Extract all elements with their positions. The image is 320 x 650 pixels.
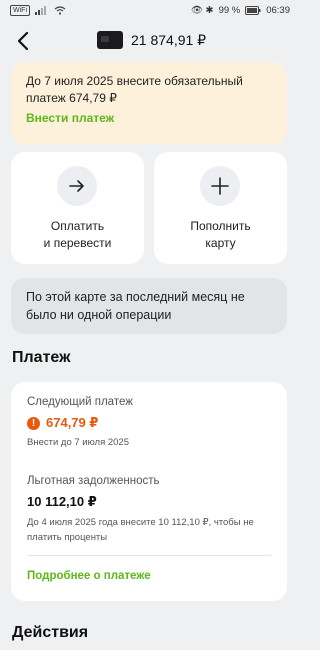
- grace-debt-amount: 10 112,10 ₽: [27, 494, 97, 509]
- payment-section-title: Платеж: [12, 349, 71, 366]
- warning-icon: !: [27, 416, 40, 430]
- payment-card: Следующий платеж ! 674,79 ₽ Внести до 7 …: [11, 382, 287, 601]
- grace-debt-note: До 4 июля 2025 года внесите 10 112,10 ₽,…: [27, 517, 254, 543]
- card-thumbnail[interactable]: [97, 31, 123, 49]
- top-up-card-label: Пополнить карту: [190, 219, 251, 250]
- clock: 06:39: [266, 5, 290, 16]
- pay-transfer-label: Оплатить и перевести: [43, 219, 112, 250]
- signal-icon: [35, 6, 46, 15]
- card-chip-icon: [101, 36, 109, 42]
- next-payment-label: Следующий платеж: [27, 396, 133, 408]
- next-payment-due: Внести до 7 июля 2025: [27, 437, 129, 448]
- wifi-badge: WiFi: [10, 5, 30, 16]
- divider: [27, 555, 271, 556]
- wifi-icon: [54, 6, 66, 15]
- no-operations-text: По этой карте за последний месяц не было…: [26, 290, 245, 322]
- actions-section-title: Действия: [12, 624, 89, 641]
- action-circle: [57, 166, 97, 206]
- back-arrow-icon[interactable]: [12, 29, 36, 53]
- plus-icon: [211, 177, 229, 195]
- payment-notice: До 7 июля 2025 внесите обязательный плат…: [11, 62, 287, 144]
- status-bar-left: WiFi: [10, 5, 66, 16]
- status-icons: 👁 ✱: [190, 5, 214, 16]
- status-bar-right: 👁 ✱ 99 % 06:39: [191, 5, 290, 16]
- no-operations-banner: По этой карте за последний месяц не было…: [11, 278, 287, 334]
- battery-percent: 99 %: [218, 5, 241, 16]
- grace-debt-label: Льготная задолженность: [27, 475, 160, 487]
- make-payment-link[interactable]: Внести платеж: [26, 111, 114, 125]
- action-circle: [200, 166, 240, 206]
- next-payment-amount: 674,79 ₽: [46, 415, 99, 430]
- arrow-right-icon: [69, 180, 84, 192]
- next-payment-row: ! 674,79 ₽: [27, 415, 98, 431]
- payment-details-link[interactable]: Подробнее о платеже: [27, 570, 151, 582]
- pay-transfer-button[interactable]: Оплатить и перевести: [11, 152, 144, 264]
- top-up-card-button[interactable]: Пополнить карту: [154, 152, 287, 264]
- status-bar: WiFi 👁 ✱ 99 % 06:39: [0, 0, 300, 22]
- header: 21 874,91 ₽: [0, 22, 300, 60]
- notice-text: До 7 июля 2025 внесите обязательный плат…: [26, 74, 243, 105]
- card-balance: 21 874,91 ₽: [131, 32, 207, 48]
- battery-icon: [245, 6, 261, 15]
